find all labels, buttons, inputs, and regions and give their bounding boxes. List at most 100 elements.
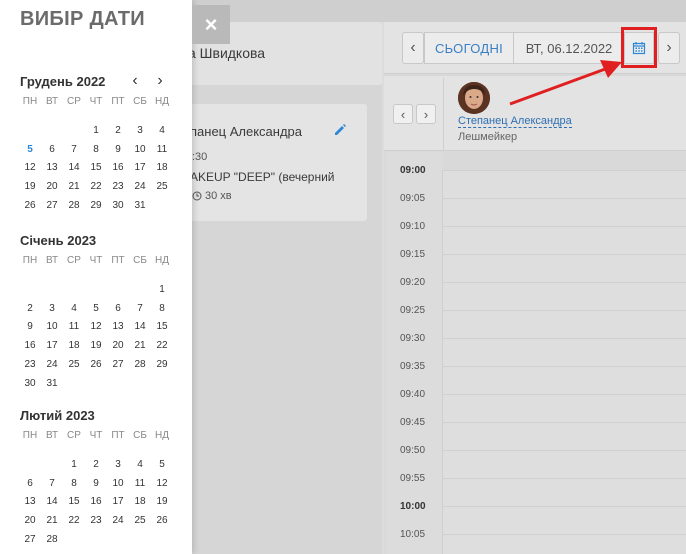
day-cell[interactable]: 20 — [19, 515, 41, 526]
prev-month-button[interactable]: ‹ — [128, 72, 142, 90]
day-cell[interactable]: 20 — [41, 181, 63, 192]
day-cell[interactable]: 8 — [63, 478, 85, 489]
day-cell[interactable]: 12 — [19, 162, 41, 173]
pencil-icon[interactable] — [333, 123, 347, 137]
day-cell[interactable]: 9 — [85, 478, 107, 489]
day-cell[interactable]: 7 — [41, 478, 63, 489]
day-cell[interactable]: 6 — [19, 478, 41, 489]
day-cell[interactable]: 10 — [41, 321, 63, 332]
day-cell[interactable]: 2 — [19, 303, 41, 314]
next-day-button[interactable]: › — [658, 32, 680, 64]
day-cell[interactable]: 18 — [129, 496, 151, 507]
day-cell[interactable]: 14 — [129, 321, 151, 332]
day-cell[interactable]: 18 — [63, 340, 85, 351]
staff-next-button[interactable]: › — [416, 104, 436, 124]
day-cell[interactable]: 8 — [85, 144, 107, 155]
day-cell[interactable]: 4 — [63, 303, 85, 314]
day-cell[interactable]: 21 — [41, 515, 63, 526]
day-cell[interactable]: 14 — [41, 496, 63, 507]
staff-name[interactable]: Степанец Александра — [458, 115, 572, 128]
day-cell[interactable]: 5 — [19, 144, 41, 155]
day-cell[interactable]: 28 — [129, 359, 151, 370]
day-cell[interactable]: 16 — [85, 496, 107, 507]
close-button[interactable]: × — [192, 5, 230, 44]
day-cell[interactable]: 23 — [19, 359, 41, 370]
day-cell[interactable]: 12 — [85, 321, 107, 332]
day-cell[interactable]: 23 — [85, 515, 107, 526]
day-cell[interactable]: 29 — [85, 200, 107, 211]
day-cell[interactable]: 26 — [151, 515, 173, 526]
day-cell[interactable]: 13 — [107, 321, 129, 332]
day-cell[interactable]: 1 — [151, 284, 173, 295]
day-cell[interactable]: 6 — [41, 144, 63, 155]
avatar[interactable] — [458, 82, 490, 114]
appointment-card[interactable] — [180, 104, 367, 221]
day-cell[interactable]: 16 — [107, 162, 129, 173]
day-cell[interactable]: 28 — [41, 534, 63, 545]
day-cell[interactable]: 21 — [129, 340, 151, 351]
day-cell[interactable]: 5 — [85, 303, 107, 314]
day-cell[interactable]: 28 — [63, 200, 85, 211]
day-cell[interactable]: 7 — [129, 303, 151, 314]
day-cell[interactable]: 25 — [151, 181, 173, 192]
day-cell[interactable]: 26 — [19, 200, 41, 211]
day-cell[interactable]: 22 — [85, 181, 107, 192]
day-cell[interactable]: 2 — [85, 459, 107, 470]
next-month-button[interactable]: › — [153, 72, 167, 90]
day-cell[interactable]: 22 — [151, 340, 173, 351]
day-cell[interactable]: 15 — [85, 162, 107, 173]
day-cell[interactable]: 11 — [63, 321, 85, 332]
day-cell[interactable]: 23 — [107, 181, 129, 192]
day-cell[interactable]: 1 — [85, 125, 107, 136]
day-cell[interactable]: 13 — [41, 162, 63, 173]
day-cell[interactable]: 5 — [151, 459, 173, 470]
day-cell[interactable]: 27 — [41, 200, 63, 211]
day-cell[interactable]: 22 — [63, 515, 85, 526]
day-cell[interactable]: 3 — [107, 459, 129, 470]
day-cell[interactable]: 19 — [85, 340, 107, 351]
day-cell[interactable]: 9 — [19, 321, 41, 332]
day-cell[interactable]: 17 — [129, 162, 151, 173]
day-cell[interactable]: 2 — [107, 125, 129, 136]
day-cell[interactable]: 30 — [107, 200, 129, 211]
day-cell[interactable]: 15 — [63, 496, 85, 507]
day-cell[interactable]: 27 — [107, 359, 129, 370]
staff-prev-button[interactable]: ‹ — [393, 104, 413, 124]
day-cell[interactable]: 9 — [107, 144, 129, 155]
day-cell[interactable]: 19 — [19, 181, 41, 192]
day-cell[interactable]: 10 — [129, 144, 151, 155]
day-cell[interactable]: 1 — [63, 459, 85, 470]
day-cell[interactable]: 13 — [19, 496, 41, 507]
day-cell[interactable]: 29 — [151, 359, 173, 370]
day-cell[interactable]: 30 — [19, 378, 41, 389]
day-cell[interactable]: 3 — [129, 125, 151, 136]
day-cell[interactable]: 25 — [63, 359, 85, 370]
day-cell[interactable]: 14 — [63, 162, 85, 173]
day-cell[interactable]: 7 — [63, 144, 85, 155]
day-cell[interactable]: 16 — [19, 340, 41, 351]
day-cell[interactable]: 17 — [107, 496, 129, 507]
day-cell[interactable]: 19 — [151, 496, 173, 507]
day-cell[interactable]: 4 — [129, 459, 151, 470]
day-cell[interactable]: 18 — [151, 162, 173, 173]
day-cell[interactable]: 12 — [151, 478, 173, 489]
day-cell[interactable]: 24 — [129, 181, 151, 192]
day-cell[interactable]: 10 — [107, 478, 129, 489]
day-cell[interactable]: 26 — [85, 359, 107, 370]
day-cell[interactable]: 11 — [129, 478, 151, 489]
day-cell[interactable]: 8 — [151, 303, 173, 314]
day-cell[interactable]: 17 — [41, 340, 63, 351]
schedule-grid[interactable] — [442, 170, 686, 554]
day-cell[interactable]: 31 — [129, 200, 151, 211]
day-cell[interactable]: 31 — [41, 378, 63, 389]
day-cell[interactable]: 24 — [41, 359, 63, 370]
day-cell[interactable]: 20 — [107, 340, 129, 351]
day-cell[interactable]: 4 — [151, 125, 173, 136]
day-cell[interactable]: 21 — [63, 181, 85, 192]
day-cell[interactable]: 15 — [151, 321, 173, 332]
day-cell[interactable]: 6 — [107, 303, 129, 314]
day-cell[interactable]: 11 — [151, 144, 173, 155]
day-cell[interactable]: 3 — [41, 303, 63, 314]
prev-day-button[interactable]: ‹ — [402, 32, 424, 64]
day-cell[interactable]: 24 — [107, 515, 129, 526]
